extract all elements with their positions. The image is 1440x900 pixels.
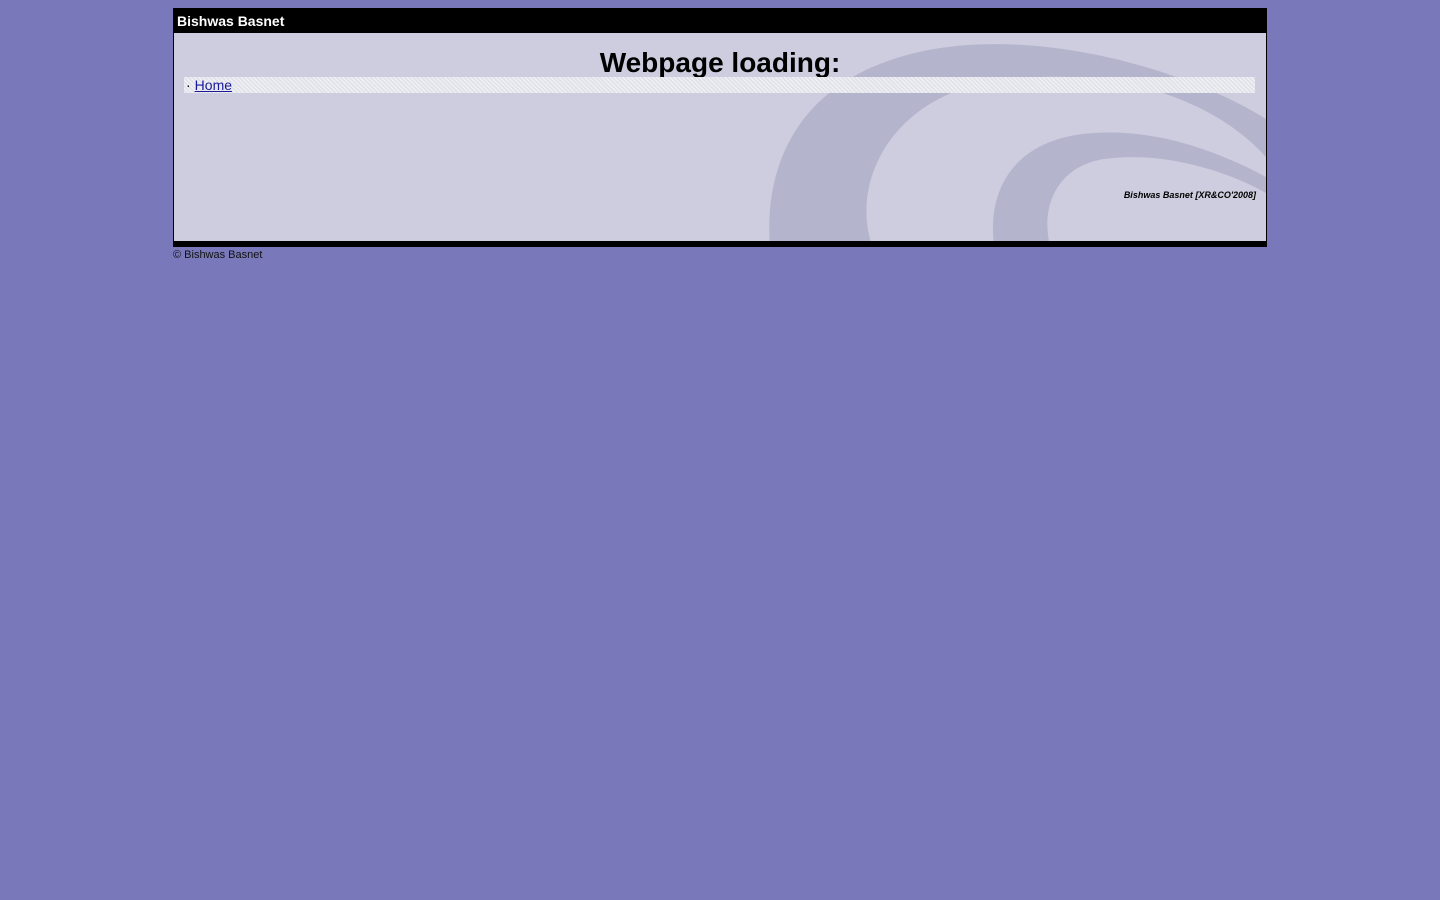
credit-text: Bishwas Basnet [XR&CO'2008] — [1123, 190, 1256, 200]
nav-link-home[interactable]: Home — [195, 77, 232, 93]
bottom-bar — [174, 241, 1266, 246]
nav-bar: · Home — [184, 77, 1255, 93]
swirl-decoration — [769, 44, 1266, 246]
site-title-bar: Bishwas Basnet — [174, 9, 1266, 33]
content-frame: Bishwas Basnet Webpage loading: · Home Bi… — [173, 8, 1267, 247]
copyright-text: © Bishwas Basnet — [173, 249, 263, 261]
nav-bullet: · — [186, 77, 191, 93]
site-title: Bishwas Basnet — [177, 13, 285, 29]
page-wrapper: Bishwas Basnet Webpage loading: · Home Bi… — [173, 8, 1267, 261]
page-heading: Webpage loading: — [599, 47, 841, 78]
